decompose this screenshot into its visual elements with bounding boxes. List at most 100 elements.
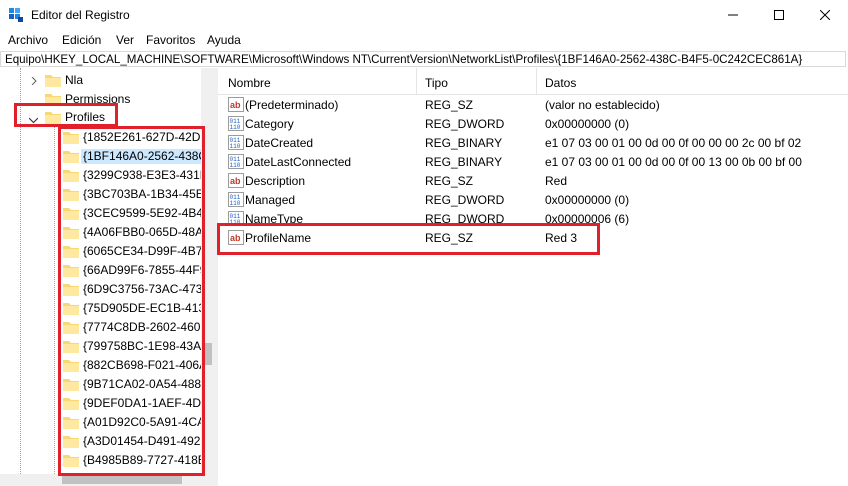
registry-value-row[interactable]: ab ProfileName REG_SZ Red 3 (218, 228, 848, 247)
folder-icon (45, 75, 61, 87)
folder-icon (63, 284, 79, 296)
expand-chevron-icon[interactable] (30, 74, 38, 88)
registry-tree: Nla Permissions Profiles {1852E261-627D-… (0, 68, 214, 486)
binary-value-icon: 011110 (228, 135, 244, 150)
address-bar[interactable]: Equipo\HKEY_LOCAL_MACHINE\SOFTWARE\Micro… (0, 51, 846, 67)
value-name: Category (245, 117, 294, 131)
string-value-icon: ab (228, 173, 244, 188)
menu-ayuda[interactable]: Ayuda (207, 33, 241, 47)
close-button[interactable] (802, 0, 848, 30)
maximize-button[interactable] (756, 0, 802, 30)
column-divider[interactable] (536, 68, 537, 94)
column-divider[interactable] (416, 68, 417, 94)
column-header-data[interactable]: Datos (545, 76, 576, 90)
column-header-type[interactable]: Tipo (425, 76, 448, 90)
list-header: Nombre Tipo Datos (218, 68, 848, 95)
value-type: REG_DWORD (425, 212, 505, 226)
registry-value-row[interactable]: ab (Predeterminado) REG_SZ (valor no establ… (218, 95, 848, 114)
scrollbar-thumb[interactable] (62, 476, 182, 484)
binary-value-icon: 011110 (228, 154, 244, 169)
value-name: Description (245, 174, 306, 188)
folder-icon (63, 189, 79, 201)
registry-editor-icon (9, 8, 23, 22)
value-data: 0x00000006 (6) (545, 212, 630, 226)
tree-item-label: {9B71CA02-0A54-4889 (83, 377, 208, 391)
tree-item-label: {3299C938-E3E3-431F- (83, 168, 212, 182)
folder-icon (63, 379, 79, 391)
scrollbar-thumb[interactable] (203, 343, 212, 365)
value-type: REG_SZ (425, 174, 474, 188)
value-type: REG_SZ (425, 231, 474, 245)
folder-icon (63, 303, 79, 315)
tree-item-label: {3CEC9599-5E92-4B4C (83, 206, 212, 220)
value-name: Managed (245, 193, 296, 207)
svg-text:ab: ab (230, 176, 241, 186)
minimize-button[interactable] (710, 0, 756, 30)
tree-item-label: {A01D92C0-5A91-4CA (83, 415, 206, 429)
tree-item-label: {B4985B89-7727-418E- (83, 453, 210, 467)
value-name: DateLastConnected (245, 155, 352, 169)
tree-item-label: {799758BC-1E98-43A1 (83, 339, 208, 353)
folder-icon (63, 132, 79, 144)
tree-vertical-scrollbar[interactable] (201, 68, 214, 486)
registry-value-row[interactable]: 011 110 DateLastConnected REG_BINARY e1 07 0… (218, 152, 848, 171)
value-data: 0x00000000 (0) (545, 117, 630, 131)
tree-item-label: {7774C8DB-2602-4605 (83, 320, 208, 334)
tree-horizontal-scrollbar[interactable] (0, 474, 201, 486)
registry-value-row[interactable]: 011 110 Managed REG_DWORD 0x00000000 (0) (218, 190, 848, 209)
registry-value-row[interactable]: 011 110 Category REG_DWORD 0x00000000 (0) (218, 114, 848, 133)
menu-bar: Archivo Edición Ver Favoritos Ayuda (0, 30, 848, 50)
string-value-icon: ab (228, 230, 244, 245)
folder-icon (63, 208, 79, 220)
registry-value-row[interactable]: 011 110 NameType REG_DWORD 0x00000006 (6) (218, 209, 848, 228)
string-value-icon: ab (228, 97, 244, 112)
svg-text:110: 110 (230, 200, 241, 207)
tree-guide-line (54, 124, 55, 486)
value-type: REG_DWORD (425, 193, 505, 207)
tree-guide-line (20, 68, 21, 486)
folder-icon (45, 94, 61, 106)
value-data: Red (545, 174, 568, 188)
folder-icon (63, 417, 79, 429)
folder-icon (63, 436, 79, 448)
value-data: Red 3 (545, 231, 578, 245)
tree-item-label: {882CB698-F021-406A (83, 358, 208, 372)
tree-item-label: {75D905DE-EC1B-4136 (83, 301, 212, 315)
folder-icon (63, 246, 79, 258)
svg-text:ab: ab (230, 100, 241, 110)
tree-item-label: {3BC703BA-1B34-45EF (83, 187, 212, 201)
close-icon (820, 10, 830, 20)
folder-icon (63, 455, 79, 467)
folder-icon (63, 398, 79, 410)
column-header-name[interactable]: Nombre (228, 76, 271, 90)
title-bar: Editor del Registro (0, 0, 848, 30)
folder-icon (63, 265, 79, 277)
svg-text:ab: ab (230, 233, 241, 243)
folder-icon (63, 360, 79, 372)
folder-open-icon (45, 112, 61, 124)
tree-item-label: Nla (65, 73, 84, 87)
folder-icon (63, 341, 79, 353)
binary-value-icon: 011110 (228, 211, 244, 226)
window-title: Editor del Registro (31, 8, 130, 22)
tree-item-label: {A3D01454-D491-4923 (83, 434, 208, 448)
svg-text:110: 110 (230, 124, 241, 131)
folder-icon (63, 151, 79, 163)
value-type: REG_BINARY (425, 136, 503, 150)
registry-value-row[interactable]: ab Description REG_SZ Red (218, 171, 848, 190)
registry-value-row[interactable]: 011 110 DateCreated REG_BINARY e1 07 03 00 0… (218, 133, 848, 152)
menu-edicion[interactable]: Edición (62, 33, 101, 47)
collapse-chevron-icon[interactable] (28, 113, 39, 127)
svg-text:110: 110 (230, 219, 241, 226)
folder-icon (63, 170, 79, 182)
menu-archivo[interactable]: Archivo (8, 33, 48, 47)
svg-text:110: 110 (230, 162, 241, 169)
tree-item-label: Permissions (65, 92, 131, 106)
menu-favoritos[interactable]: Favoritos (146, 33, 195, 47)
value-type: REG_DWORD (425, 117, 505, 131)
binary-value-icon: 011110 (228, 116, 244, 131)
value-data: e1 07 03 00 01 00 0d 00 0f 00 00 00 2c 0… (545, 136, 802, 150)
value-name: DateCreated (245, 136, 314, 150)
menu-ver[interactable]: Ver (116, 33, 134, 47)
value-name: (Predeterminado) (245, 98, 339, 112)
